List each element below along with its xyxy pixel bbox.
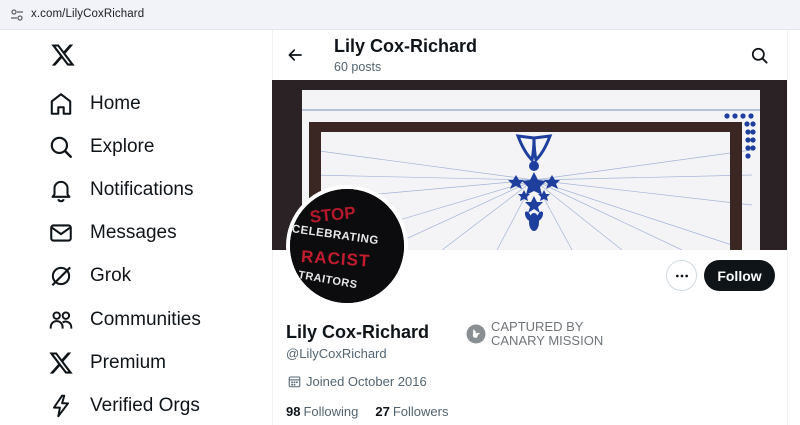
joined-date: Joined October 2016 (288, 374, 427, 389)
sidebar-item-label: Messages (90, 222, 177, 243)
sidebar-item-explore[interactable]: Explore (48, 132, 154, 162)
search-icon (50, 136, 72, 158)
sidebar-item-premium[interactable]: Premium (48, 348, 166, 378)
lightning-icon (52, 394, 70, 418)
sidebar-item-label: Grok (90, 265, 132, 286)
sidebar-item-label: Verified Orgs (90, 395, 200, 416)
sidebar-item-label: Communities (90, 309, 201, 330)
more-options-button[interactable] (666, 260, 697, 291)
search-button[interactable] (746, 42, 772, 68)
calendar-icon (288, 376, 301, 388)
browser-address-bar[interactable]: x.com/LilyCoxRichard (0, 0, 800, 30)
back-button[interactable] (282, 42, 308, 68)
canary-mission-badge[interactable]: CAPTURED BY CANARY MISSION (466, 320, 603, 348)
grok-icon (51, 266, 71, 286)
sidebar-item-label: Notifications (90, 179, 194, 200)
sidebar-nav: Home Explore Notifications Messages Grok… (0, 30, 272, 425)
badge-line-1: CAPTURED BY (491, 319, 584, 334)
post-count: 60 posts (334, 60, 382, 74)
sidebar-item-label: Home (90, 93, 141, 114)
sidebar-item-label: Explore (90, 136, 155, 157)
badge-line-2: CANARY MISSION (491, 333, 604, 348)
envelope-icon (50, 224, 72, 242)
arrow-left-icon (288, 49, 302, 61)
search-icon (751, 47, 768, 64)
profile-name: Lily Cox-Richard (286, 322, 430, 342)
column-divider (787, 30, 788, 425)
home-icon (50, 93, 72, 115)
people-icon (49, 311, 73, 329)
page-title: Lily Cox-Richard (334, 36, 478, 56)
x-logo-icon[interactable] (50, 42, 76, 68)
badge-text: CAPTURED BY CANARY MISSION (491, 320, 603, 348)
followers-label: Followers (392, 404, 449, 419)
sidebar-item-verified-orgs[interactable]: Verified Orgs (48, 391, 200, 421)
sidebar-item-notifications[interactable]: Notifications (48, 175, 194, 205)
follow-stats: 98 Following 27 Followers (286, 404, 465, 419)
canary-badge-icon (466, 324, 486, 344)
sidebar-item-messages[interactable]: Messages (48, 218, 177, 248)
sidebar-item-label: Premium (90, 352, 167, 373)
following-count: 98 (286, 404, 301, 419)
following-link[interactable]: 98 Following (286, 404, 358, 419)
site-settings-icon[interactable] (10, 8, 24, 22)
avatar-image: STOP CELEBRATING RACIST TRAITORS (290, 189, 404, 303)
sidebar-item-home[interactable]: Home (48, 89, 141, 119)
profile-handle: @LilyCoxRichard (286, 346, 387, 361)
url-text[interactable]: x.com/LilyCoxRichard (31, 8, 144, 20)
bell-icon (51, 180, 71, 203)
sidebar-item-grok[interactable]: Grok (48, 261, 131, 291)
joined-text: Joined October 2016 (306, 374, 427, 389)
sidebar-item-communities[interactable]: Communities (48, 305, 201, 335)
followers-link[interactable]: 27 Followers (375, 404, 448, 419)
follow-button[interactable]: Follow (704, 260, 775, 291)
avatar[interactable]: STOP CELEBRATING RACIST TRAITORS (286, 185, 408, 307)
following-label: Following (303, 404, 359, 419)
x-logo-icon (49, 352, 73, 374)
followers-count: 27 (375, 404, 390, 419)
more-horizontal-icon (675, 274, 688, 277)
